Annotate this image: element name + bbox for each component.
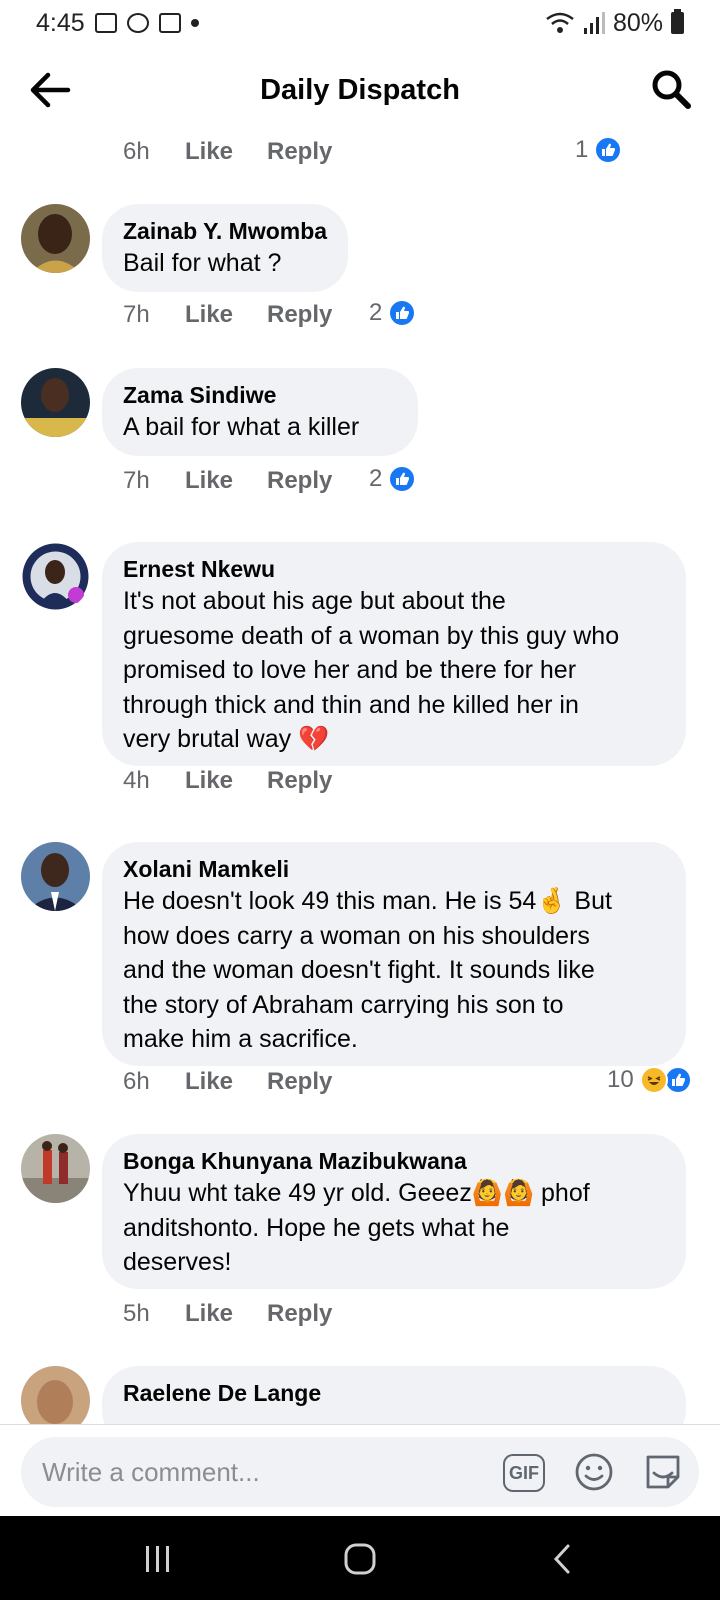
reply-button[interactable]: Reply [267, 767, 365, 795]
comment-text-line: and the woman doesn't fight. It sounds l… [123, 956, 595, 984]
like-button[interactable]: Like [185, 1068, 267, 1096]
avatar[interactable] [21, 842, 90, 911]
comment-time: 7h [123, 301, 150, 328]
avatar[interactable] [21, 368, 90, 437]
recent-apps-icon[interactable] [138, 1542, 178, 1576]
avatar[interactable] [21, 1366, 90, 1424]
comment-time: 4h [123, 767, 150, 794]
emoji-icon[interactable] [574, 1452, 614, 1492]
wifi-icon [546, 12, 574, 33]
comment-bubble[interactable]: Bonga Khunyana Mazibukwana Yhuu wht take… [102, 1134, 686, 1289]
comment-bubble[interactable]: Zainab Y. Mwomba Bail for what ? [102, 204, 348, 292]
comment-text-line: very brutal way 💔 [123, 725, 330, 753]
comment-meta: 7h Like Reply [123, 301, 365, 329]
avatar[interactable] [21, 542, 90, 611]
comment-text-line: the story of Abraham carrying his son to [123, 990, 564, 1019]
gallery-icon [94, 13, 117, 33]
comment-composer-bar: GIF [0, 1424, 720, 1516]
comment-bubble[interactable]: Ernest Nkewu It's not about his age but … [102, 542, 686, 766]
notification-dot-icon [190, 19, 199, 27]
comment-text-line: through thick and thin and he killed her… [123, 690, 579, 719]
status-bar: 4:45 80% [0, 0, 720, 46]
search-icon[interactable] [650, 68, 692, 110]
comment-time: 5h [123, 1300, 150, 1327]
comment-meta: 6h Like Reply [123, 138, 365, 166]
comment-time: 7h [123, 467, 150, 494]
like-button[interactable]: Like [185, 138, 267, 166]
reaction-count[interactable]: 2 [369, 465, 417, 493]
comment-meta: 4h Like Reply [123, 767, 365, 795]
reaction-count[interactable]: 2 [369, 299, 417, 327]
sticker-icon[interactable] [642, 1451, 684, 1493]
reply-button[interactable]: Reply [267, 467, 365, 495]
haha-icon [639, 1066, 668, 1094]
comment-text-line: Yhuu wht take 49 yr old. Geeez🙆🙆 phof [123, 1179, 590, 1207]
reply-button[interactable]: Reply [267, 138, 365, 166]
comment-bubble[interactable]: Xolani Mamkeli He doesn't look 49 this m… [102, 842, 686, 1066]
comment-author[interactable]: Bonga Khunyana Mazibukwana [123, 1146, 666, 1176]
comment-input[interactable] [42, 1449, 462, 1495]
comments-list[interactable]: 6h Like Reply 1 Zainab Y. Mwomba Bail fo… [0, 134, 720, 1424]
whatsapp-icon [126, 13, 149, 33]
home-icon[interactable] [340, 1542, 380, 1576]
reply-button[interactable]: Reply [267, 1300, 365, 1328]
comment-time: 6h [123, 1068, 150, 1095]
system-nav-bar [0, 1516, 720, 1600]
battery-icon [671, 9, 684, 34]
comment-meta: 5h Like Reply [123, 1300, 365, 1328]
comment-bubble[interactable]: Raelene De Lange [102, 1366, 686, 1424]
comment-meta: 7h Like Reply [123, 467, 365, 495]
comment-text-line: promised to love her and be there for he… [123, 656, 577, 684]
reaction-count-number: 2 [369, 299, 383, 326]
like-button[interactable]: Like [185, 467, 267, 495]
gif-icon[interactable]: GIF [503, 1454, 545, 1492]
comment-author[interactable]: Zama Sindiwe [123, 380, 398, 410]
comment-text-line: deserves! [123, 1248, 232, 1276]
reaction-count-number: 1 [575, 136, 589, 163]
comment-author[interactable]: Xolani Mamkeli [123, 854, 666, 884]
comment-text-line: It's not about his age but about the [123, 587, 506, 615]
like-button[interactable]: Like [185, 767, 267, 795]
comment-bubble[interactable]: Zama Sindiwe A bail for what a killer [102, 368, 418, 456]
battery-percent: 80% [612, 8, 663, 37]
like-button[interactable]: Like [185, 1300, 267, 1328]
comment-text: A bail for what a killer [123, 413, 360, 441]
comment-author[interactable]: Zainab Y. Mwomba [123, 216, 328, 246]
avatar[interactable] [21, 204, 90, 273]
reaction-count[interactable]: 1 [575, 136, 623, 164]
comment-composer: GIF [21, 1437, 699, 1507]
like-icon [594, 136, 623, 164]
like-icon [663, 1066, 692, 1094]
comment-text-line: gruesome death of a woman by this guy wh… [123, 621, 620, 650]
back-nav-icon[interactable] [544, 1542, 584, 1576]
back-arrow-icon[interactable] [28, 70, 72, 110]
comment-author[interactable]: Raelene De Lange [123, 1378, 666, 1408]
comment-text-line: how does carry a woman on his shoulders [123, 921, 590, 950]
comment-text-line: anditshonto. Hope he gets what he [123, 1213, 510, 1242]
like-icon [388, 465, 417, 493]
like-button[interactable]: Like [185, 301, 267, 329]
comment-meta: 6h Like Reply [123, 1068, 365, 1096]
reply-button[interactable]: Reply [267, 301, 365, 329]
reaction-count-number: 2 [369, 465, 383, 492]
news-icon [158, 13, 181, 33]
comment-text-line: He doesn't look 49 this man. He is 54🤞 B… [123, 887, 612, 915]
like-icon [388, 299, 417, 327]
comment-time: 6h [123, 138, 150, 165]
page-title: Daily Dispatch [260, 73, 460, 106]
avatar[interactable] [21, 1134, 90, 1203]
comment-text-line: make him a sacrifice. [123, 1025, 358, 1053]
reaction-count-number: 10 [607, 1066, 634, 1093]
comment-text: Bail for what ? [123, 249, 282, 277]
page-header: Daily Dispatch [0, 46, 720, 134]
status-time: 4:45 [36, 8, 85, 37]
reply-button[interactable]: Reply [267, 1068, 365, 1096]
comment-author[interactable]: Ernest Nkewu [123, 554, 666, 584]
signal-icon [583, 12, 605, 34]
reaction-count[interactable]: 10 [607, 1066, 692, 1094]
